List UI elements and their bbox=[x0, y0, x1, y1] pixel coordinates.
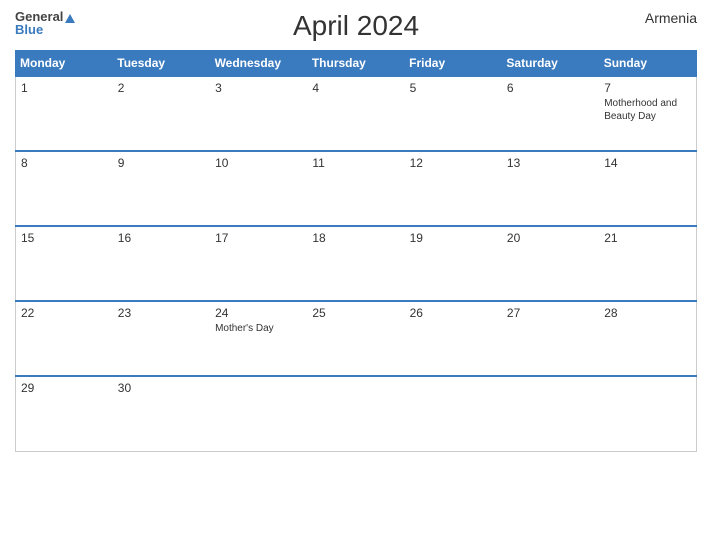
calendar-week-row: 29 30 bbox=[16, 376, 697, 451]
day-number: 19 bbox=[410, 231, 497, 245]
day-number: 26 bbox=[410, 306, 497, 320]
calendar-day-cell: 14 bbox=[599, 151, 696, 226]
calendar-container: General Blue April 2024 Armenia MondayTu… bbox=[0, 0, 712, 550]
calendar-day-cell bbox=[405, 376, 502, 451]
weekday-header: Monday bbox=[16, 51, 113, 77]
calendar-day-cell: 13 bbox=[502, 151, 599, 226]
day-event: Mother's Day bbox=[215, 322, 302, 335]
day-number: 5 bbox=[410, 81, 497, 95]
day-number: 7 bbox=[604, 81, 691, 95]
weekday-header: Sunday bbox=[599, 51, 696, 77]
day-number: 28 bbox=[604, 306, 691, 320]
calendar-day-cell: 15 bbox=[16, 226, 113, 301]
calendar-day-cell: 4 bbox=[307, 76, 404, 151]
calendar-day-cell: 20 bbox=[502, 226, 599, 301]
calendar-day-cell: 25 bbox=[307, 301, 404, 376]
day-number: 27 bbox=[507, 306, 594, 320]
calendar-day-cell: 11 bbox=[307, 151, 404, 226]
day-number: 16 bbox=[118, 231, 205, 245]
weekday-header: Thursday bbox=[307, 51, 404, 77]
day-number: 24 bbox=[215, 306, 302, 320]
day-number: 4 bbox=[312, 81, 399, 95]
day-number: 11 bbox=[312, 156, 399, 170]
calendar-day-cell: 29 bbox=[16, 376, 113, 451]
logo-blue: Blue bbox=[15, 23, 75, 36]
calendar-day-cell: 3 bbox=[210, 76, 307, 151]
calendar-day-cell: 8 bbox=[16, 151, 113, 226]
calendar-day-cell: 16 bbox=[113, 226, 210, 301]
day-number: 2 bbox=[118, 81, 205, 95]
calendar-day-cell: 5 bbox=[405, 76, 502, 151]
calendar-day-cell: 10 bbox=[210, 151, 307, 226]
day-event: Motherhood and Beauty Day bbox=[604, 97, 691, 123]
weekday-header: Friday bbox=[405, 51, 502, 77]
day-number: 12 bbox=[410, 156, 497, 170]
day-number: 22 bbox=[21, 306, 108, 320]
weekday-header: Wednesday bbox=[210, 51, 307, 77]
day-number: 3 bbox=[215, 81, 302, 95]
day-number: 10 bbox=[215, 156, 302, 170]
day-number: 20 bbox=[507, 231, 594, 245]
calendar-week-row: 89 10 11 12 13 14 bbox=[16, 151, 697, 226]
day-number: 14 bbox=[604, 156, 691, 170]
calendar-day-cell: 1 bbox=[16, 76, 113, 151]
calendar-day-cell: 26 bbox=[405, 301, 502, 376]
country-label: Armenia bbox=[645, 10, 697, 26]
day-number: 21 bbox=[604, 231, 691, 245]
calendar-week-row: 22 23 24 Mother's Day 25 26 27 28 bbox=[16, 301, 697, 376]
weekday-header: Tuesday bbox=[113, 51, 210, 77]
calendar-table: MondayTuesdayWednesdayThursdayFridaySatu… bbox=[15, 50, 697, 452]
day-number: 30 bbox=[118, 381, 205, 395]
calendar-day-cell bbox=[210, 376, 307, 451]
calendar-day-cell: 2 bbox=[113, 76, 210, 151]
logo: General Blue bbox=[15, 10, 75, 36]
calendar-week-row: 1234567 Motherhood and Beauty Day bbox=[16, 76, 697, 151]
calendar-day-cell: 12 bbox=[405, 151, 502, 226]
calendar-week-row: 15 16 17 18 19 20 21 bbox=[16, 226, 697, 301]
day-number: 6 bbox=[507, 81, 594, 95]
calendar-day-cell: 18 bbox=[307, 226, 404, 301]
day-number: 25 bbox=[312, 306, 399, 320]
logo-triangle-icon bbox=[65, 14, 75, 23]
calendar-body: 1234567Motherhood and Beauty Day89101112… bbox=[16, 76, 697, 451]
day-number: 1 bbox=[21, 81, 108, 95]
calendar-day-cell: 19 bbox=[405, 226, 502, 301]
day-number: 18 bbox=[312, 231, 399, 245]
day-number: 29 bbox=[21, 381, 108, 395]
calendar-day-cell: 24 Mother's Day bbox=[210, 301, 307, 376]
calendar-day-cell: 27 bbox=[502, 301, 599, 376]
calendar-day-cell: 7 Motherhood and Beauty Day bbox=[599, 76, 696, 151]
day-number: 13 bbox=[507, 156, 594, 170]
calendar-day-cell: 6 bbox=[502, 76, 599, 151]
calendar-day-cell: 30 bbox=[113, 376, 210, 451]
day-number: 23 bbox=[118, 306, 205, 320]
calendar-header: General Blue April 2024 Armenia bbox=[15, 10, 697, 42]
calendar-day-cell: 9 bbox=[113, 151, 210, 226]
calendar-day-cell: 21 bbox=[599, 226, 696, 301]
calendar-day-cell: 23 bbox=[113, 301, 210, 376]
weekday-header: Saturday bbox=[502, 51, 599, 77]
calendar-day-cell: 28 bbox=[599, 301, 696, 376]
day-number: 17 bbox=[215, 231, 302, 245]
calendar-title: April 2024 bbox=[293, 10, 419, 42]
day-number: 9 bbox=[118, 156, 205, 170]
calendar-day-cell: 17 bbox=[210, 226, 307, 301]
calendar-day-cell bbox=[307, 376, 404, 451]
calendar-header-row: MondayTuesdayWednesdayThursdayFridaySatu… bbox=[16, 51, 697, 77]
calendar-day-cell bbox=[599, 376, 696, 451]
day-number: 8 bbox=[21, 156, 108, 170]
calendar-day-cell bbox=[502, 376, 599, 451]
day-number: 15 bbox=[21, 231, 108, 245]
calendar-day-cell: 22 bbox=[16, 301, 113, 376]
